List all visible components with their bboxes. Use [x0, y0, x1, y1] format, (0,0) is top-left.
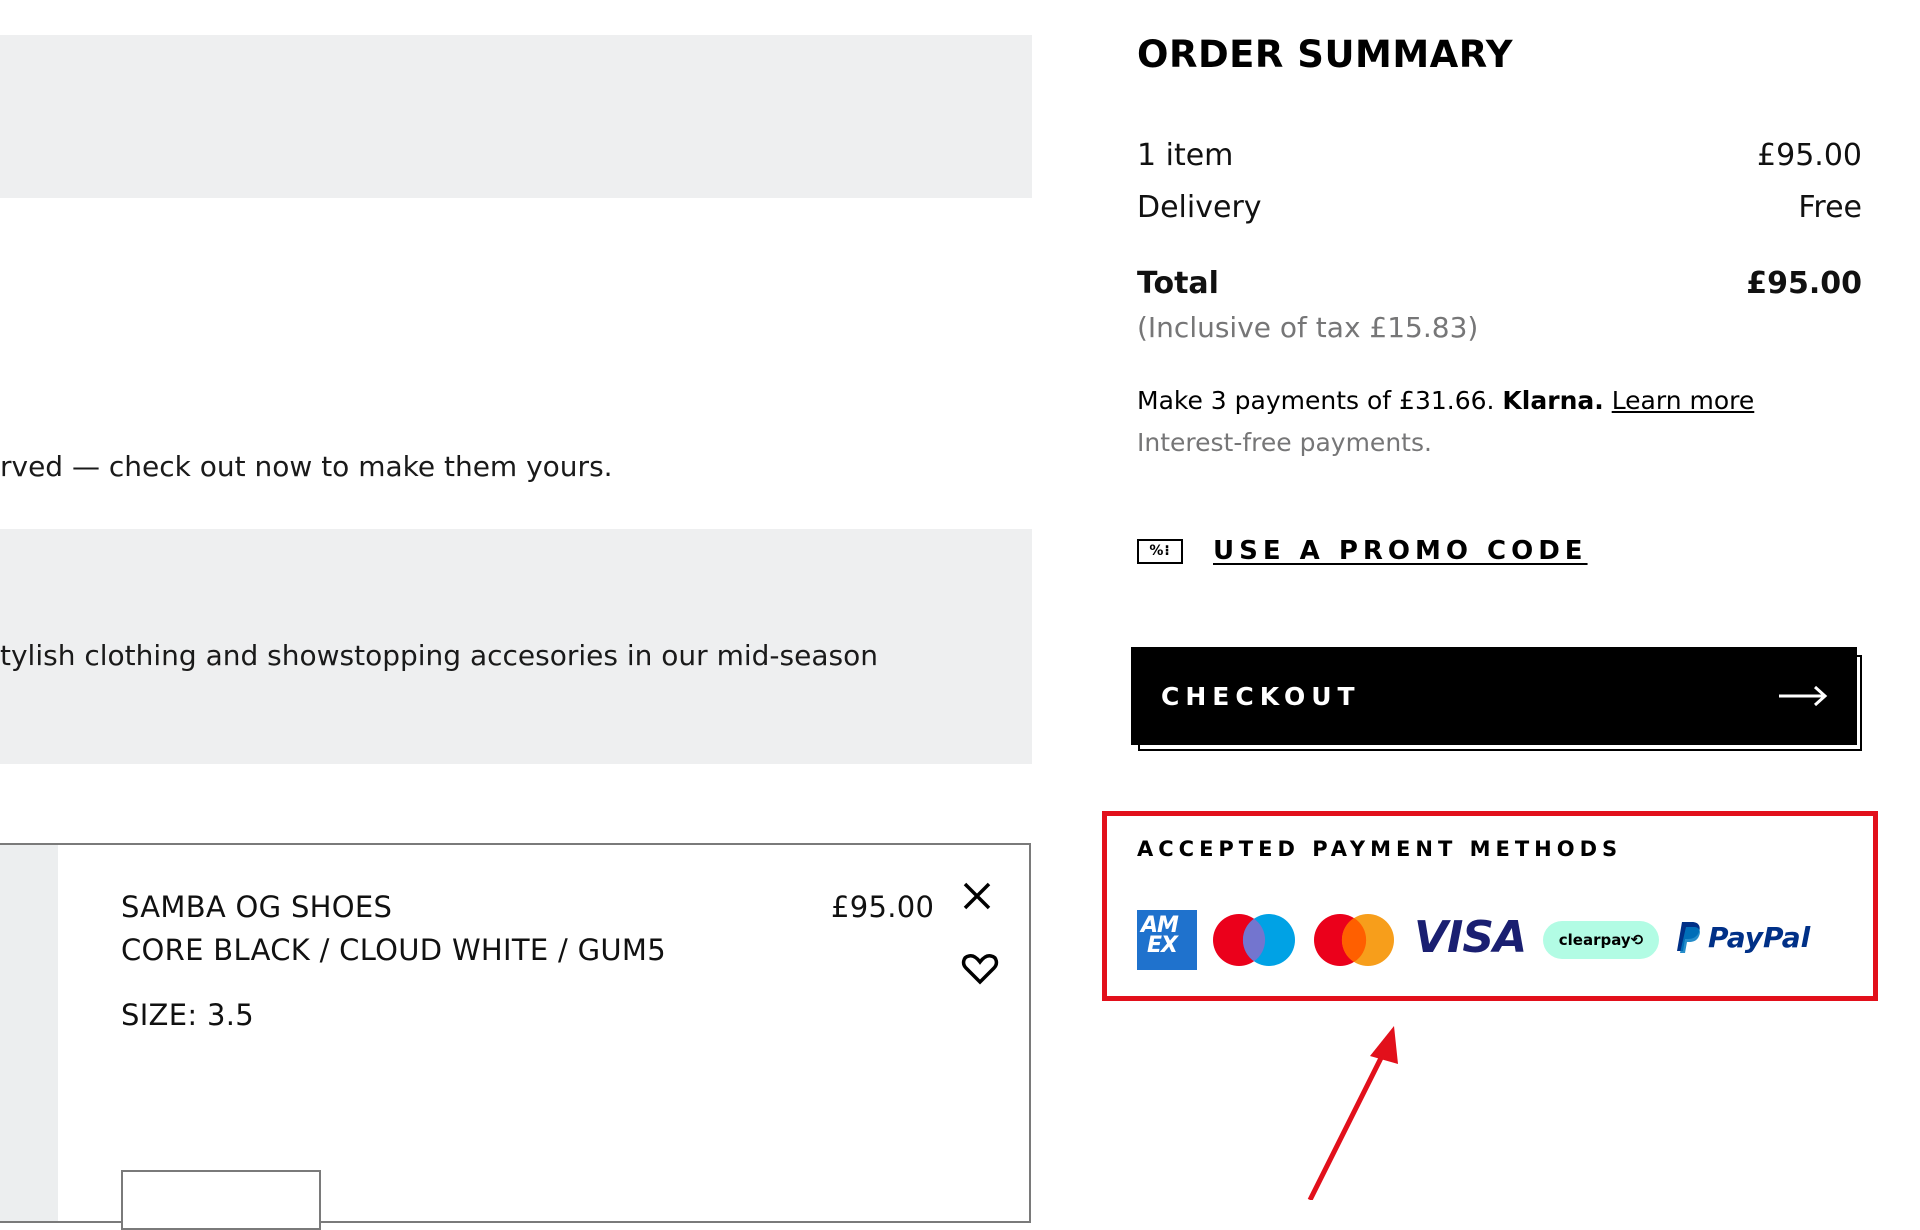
product-image[interactable] — [0, 845, 58, 1221]
clearpay-icon: clearpay⟲ — [1543, 921, 1659, 959]
total-label: Total — [1137, 266, 1219, 301]
product-size: SIZE: 3.5 — [121, 998, 254, 1032]
percent-tag-icon: %⁝ — [1137, 538, 1183, 564]
heart-icon — [961, 954, 999, 985]
paypal-wordmark: PayPal — [1708, 920, 1811, 954]
items-count: 1 item — [1137, 138, 1234, 173]
visa-icon: VISA — [1414, 912, 1527, 963]
klarna-subtext: Interest-free payments. — [1137, 428, 1432, 457]
order-summary-title: ORDER SUMMARY — [1137, 33, 1514, 76]
paypal-p-icon — [1677, 922, 1700, 953]
delivery-label: Delivery — [1137, 190, 1262, 225]
amex-icon: AM EX — [1137, 910, 1197, 970]
items-subtotal: £95.00 — [1757, 138, 1862, 173]
remove-item-button[interactable] — [961, 880, 993, 912]
promo-code-toggle[interactable]: %⁝ USE A PROMO CODE — [1137, 536, 1588, 566]
product-price: £95.00 — [831, 890, 935, 924]
klarna-learn-more-link[interactable]: Learn more — [1612, 386, 1755, 415]
klarna-prefix: Make 3 payments of £31.66. — [1137, 386, 1495, 415]
checkout-label: CHECKOUT — [1161, 681, 1361, 711]
promo-banner-text: tylish clothing and showstopping accesor… — [0, 639, 878, 672]
klarna-message: Make 3 payments of £31.66. Klarna. Learn… — [1137, 386, 1754, 415]
wishlist-button[interactable] — [961, 952, 999, 986]
promo-code-label: USE A PROMO CODE — [1213, 536, 1588, 566]
checkout-button[interactable]: CHECKOUT — [1131, 647, 1857, 745]
annotation-arrow — [1307, 1026, 1398, 1200]
klarna-logo: Klarna. — [1502, 386, 1604, 415]
arrow-right-icon — [1779, 685, 1828, 707]
total-value: £95.00 — [1746, 266, 1862, 301]
product-name[interactable]: SAMBA OG SHOES — [121, 890, 392, 924]
quantity-select[interactable] — [121, 1170, 321, 1230]
mastercard-icon — [1314, 914, 1394, 966]
reserved-notice: rved — check out now to make them yours. — [0, 450, 613, 483]
tax-note: (Inclusive of tax £15.83) — [1137, 311, 1479, 344]
delivery-value: Free — [1798, 190, 1862, 225]
paypal-icon: PayPal — [1676, 920, 1810, 954]
top-banner — [0, 35, 1032, 198]
clearpay-text: clearpay⟲ — [1558, 931, 1644, 949]
maestro-icon — [1213, 914, 1295, 966]
product-color: CORE BLACK / CLOUD WHITE / GUM5 — [121, 933, 667, 967]
close-icon — [963, 882, 991, 910]
amex-bottom-text: EX — [1147, 933, 1178, 958]
payment-methods-title: ACCEPTED PAYMENT METHODS — [1137, 837, 1623, 861]
